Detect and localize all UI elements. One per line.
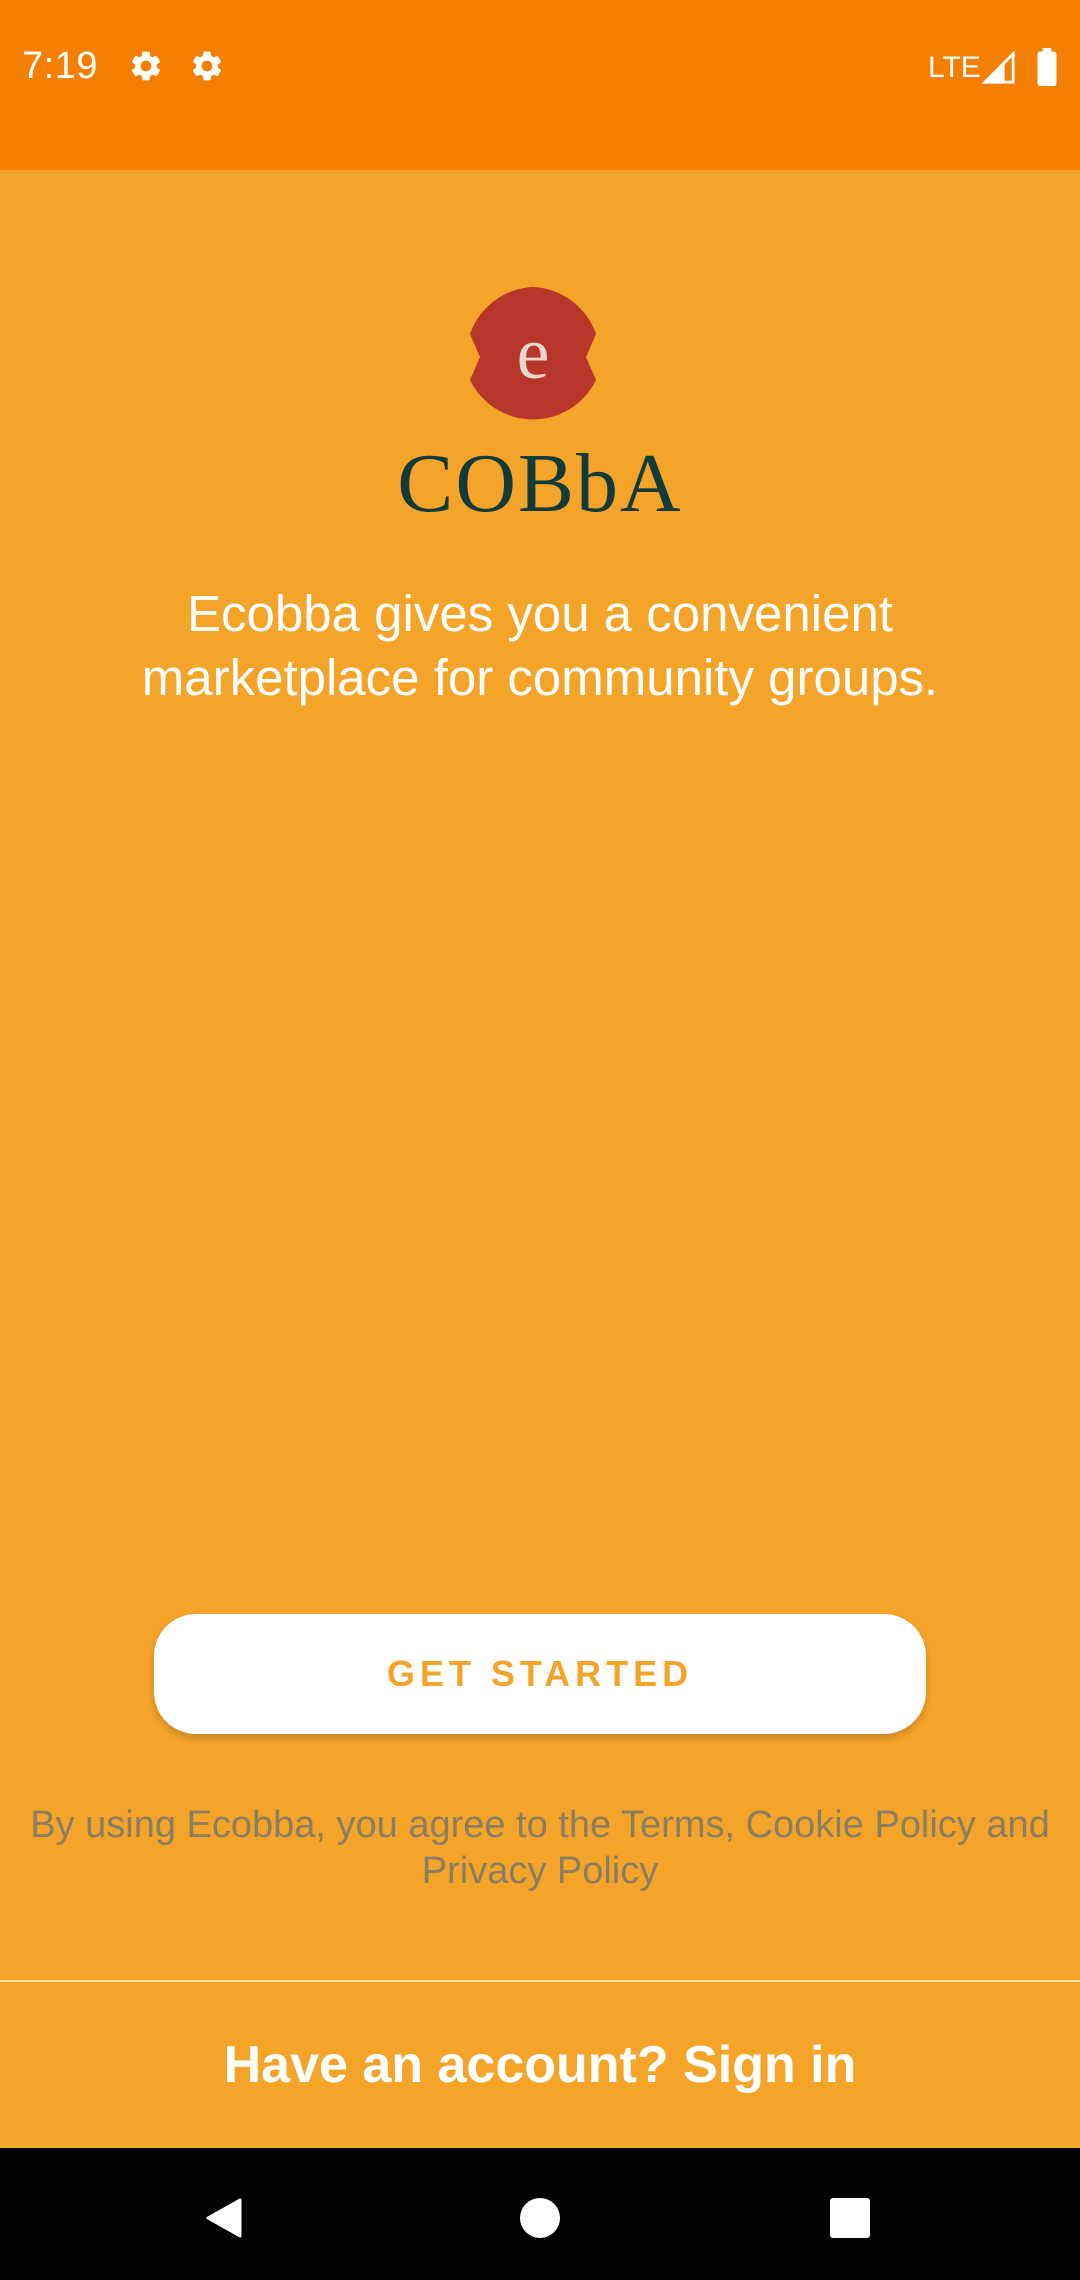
back-icon[interactable] (196, 2188, 256, 2248)
gear-icon (192, 51, 222, 81)
terms-text[interactable]: By using Ecobba, you agree to the Terms,… (20, 1802, 1060, 1894)
battery-icon (1037, 48, 1057, 86)
navigation-bar (0, 2148, 1080, 2280)
sign-in-link[interactable]: Have an account? Sign in (0, 1982, 1080, 2148)
tagline: Ecobba gives you a convenient marketplac… (141, 585, 939, 706)
sign-in-label: Have an account? Sign in (223, 2036, 857, 2094)
ecobba-logo-icon: e (470, 287, 596, 420)
home-icon[interactable] (510, 2188, 570, 2248)
recents-icon[interactable] (820, 2188, 880, 2248)
signal-icon (981, 51, 1015, 84)
logo-letter: e (517, 313, 550, 395)
get-started-button[interactable]: GET STARTED (154, 1614, 926, 1734)
status-time: 7:19 (22, 45, 98, 87)
status-bar: 7:19 LTE (0, 0, 1080, 170)
logo-wordmark: COBbA (397, 437, 683, 530)
gear-icon (131, 51, 161, 81)
welcome-screen: e COBbA Ecobba gives you a convenient ma… (0, 170, 1080, 2148)
network-type-label: LTE (928, 51, 981, 84)
